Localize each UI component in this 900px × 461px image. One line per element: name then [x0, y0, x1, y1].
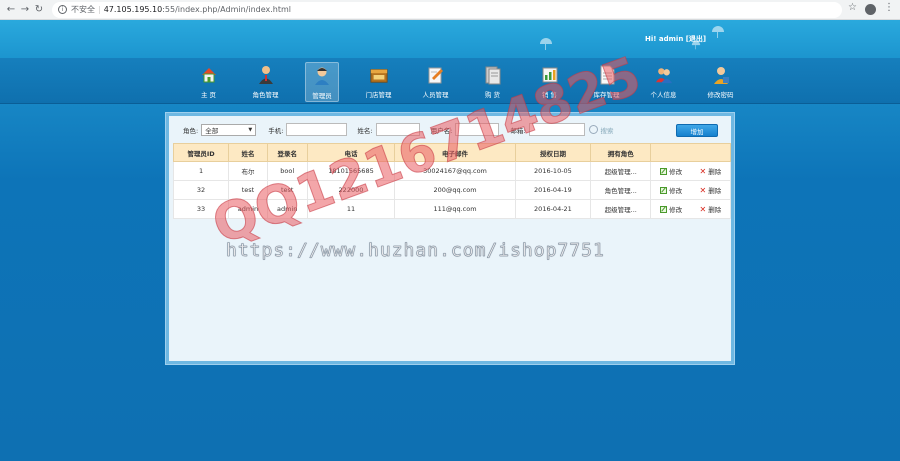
role-select[interactable]: 全部 ▼ [201, 123, 257, 136]
col-header: 登录名 [266, 143, 308, 162]
edit-button[interactable]: 修改 [660, 166, 682, 176]
search-label: 搜索 [600, 126, 614, 135]
role-filter-label: 角色: [183, 126, 199, 135]
edit-icon [660, 167, 668, 175]
decor-mushroom-icon [712, 26, 724, 38]
nav-label: 管理员 [312, 92, 332, 100]
role-icon [257, 65, 275, 85]
delete-button[interactable]: ✕ 删除 [699, 204, 722, 215]
delete-label: 删除 [708, 187, 722, 195]
search-button[interactable]: 搜索 [588, 125, 614, 135]
url-watermark: https://www.huzhan.com/ishop7751 [226, 240, 605, 262]
back-arrow-icon[interactable]: ← [4, 3, 18, 17]
edit-button[interactable]: 修改 [660, 185, 682, 195]
nav-item-roles[interactable]: 角色管理 [237, 62, 294, 102]
account-icon[interactable] [865, 4, 876, 15]
browser-toolbar: ← → ↻ i 不安全 | 47.105.195.10 :55/index.ph… [0, 0, 900, 20]
search-icon [588, 125, 598, 134]
cell-date: 2016-10-05 [514, 161, 592, 181]
purchase-icon [484, 65, 502, 85]
cell-actions: 修改 ✕ 删除 [650, 180, 731, 200]
address-bar[interactable]: i 不安全 | 47.105.195.10 :55/index.php/Admi… [52, 1, 842, 18]
url-host: 47.105.195.10 [103, 5, 163, 14]
edit-icon [660, 205, 668, 213]
phone-input[interactable] [286, 123, 348, 136]
nav-label: 角色管理 [252, 91, 279, 99]
menu-kebab-icon[interactable]: ⋮ [884, 2, 894, 15]
delete-x-icon: ✕ [699, 204, 707, 214]
col-header: 管理员ID [172, 143, 230, 162]
cell-date: 2016-04-21 [514, 199, 592, 219]
phone-filter-label: 手机: [268, 126, 284, 135]
cell-actions: 修改 ✕ 删除 [650, 161, 731, 181]
edit-label: 修改 [669, 206, 683, 214]
edit-button[interactable]: 修改 [660, 204, 682, 214]
nav-label: 人员管理 [422, 91, 449, 99]
profile-icon [655, 65, 673, 85]
delete-button[interactable]: ✕ 删除 [699, 166, 722, 177]
delete-button[interactable]: ✕ 删除 [699, 185, 722, 196]
col-header-actions [650, 143, 731, 162]
bookmark-star-icon[interactable]: ☆ [848, 2, 857, 15]
admin-icon [313, 66, 331, 86]
cell-role: 超级管理... [590, 199, 652, 219]
dropdown-arrow-icon: ▼ [248, 126, 253, 133]
cell-date: 2016-04-19 [514, 180, 592, 200]
nav-item-change-password[interactable]: 修改密码 [692, 62, 749, 102]
cell-name: 布尔 [228, 161, 268, 181]
col-header: 姓名 [228, 143, 268, 162]
add-admin-button[interactable]: 增加 [676, 124, 718, 137]
edit-label: 修改 [669, 187, 683, 195]
store-icon [369, 65, 388, 85]
main-nav: 主 页 角色管理 管理员 门店管理 人员管理 购 货 销 售 库存管理 个人信息… [180, 62, 749, 102]
reload-icon[interactable]: ↻ [32, 3, 46, 17]
nav-label: 修改密码 [707, 91, 734, 99]
cell-role: 超级管理... [590, 161, 652, 181]
delete-x-icon: ✕ [699, 185, 707, 195]
edit-label: 修改 [669, 168, 683, 176]
user-greeting[interactable]: Hi! admin [退出] [645, 34, 706, 44]
home-icon [200, 65, 218, 85]
nav-item-admins[interactable]: 管理员 [305, 62, 339, 102]
url-path: :55/index.php/Admin/index.html [162, 5, 291, 14]
page: Hi! admin [退出] 主 页 角色管理 管理员 门店管理 人员管理 购 … [0, 20, 900, 461]
forward-arrow-icon[interactable]: → [18, 3, 32, 17]
delete-x-icon: ✕ [699, 166, 707, 176]
delete-label: 删除 [708, 206, 722, 214]
nav-item-stores[interactable]: 门店管理 [350, 62, 407, 102]
info-icon[interactable]: i [58, 5, 67, 14]
delete-label: 删除 [708, 168, 722, 176]
header-banner [0, 20, 900, 58]
nav-label: 主 页 [200, 91, 217, 99]
col-header: 拥有角色 [590, 143, 652, 162]
cell-role: 角色管理... [590, 180, 652, 200]
edit-icon [660, 186, 668, 194]
staff-icon [427, 65, 445, 85]
nav-item-home[interactable]: 主 页 [180, 62, 237, 102]
cell-email: 111@qq.com [394, 199, 516, 219]
password-icon [712, 65, 730, 85]
insecure-label: 不安全 [71, 5, 95, 14]
nav-item-staff[interactable]: 人员管理 [407, 62, 464, 102]
decor-mushroom-icon [540, 38, 552, 50]
role-select-value: 全部 [205, 126, 219, 135]
cell-id: 1 [172, 161, 230, 181]
cell-actions: 修改 ✕ 删除 [650, 199, 731, 219]
nav-label: 门店管理 [365, 91, 392, 99]
name-filter-label: 姓名: [357, 126, 373, 135]
